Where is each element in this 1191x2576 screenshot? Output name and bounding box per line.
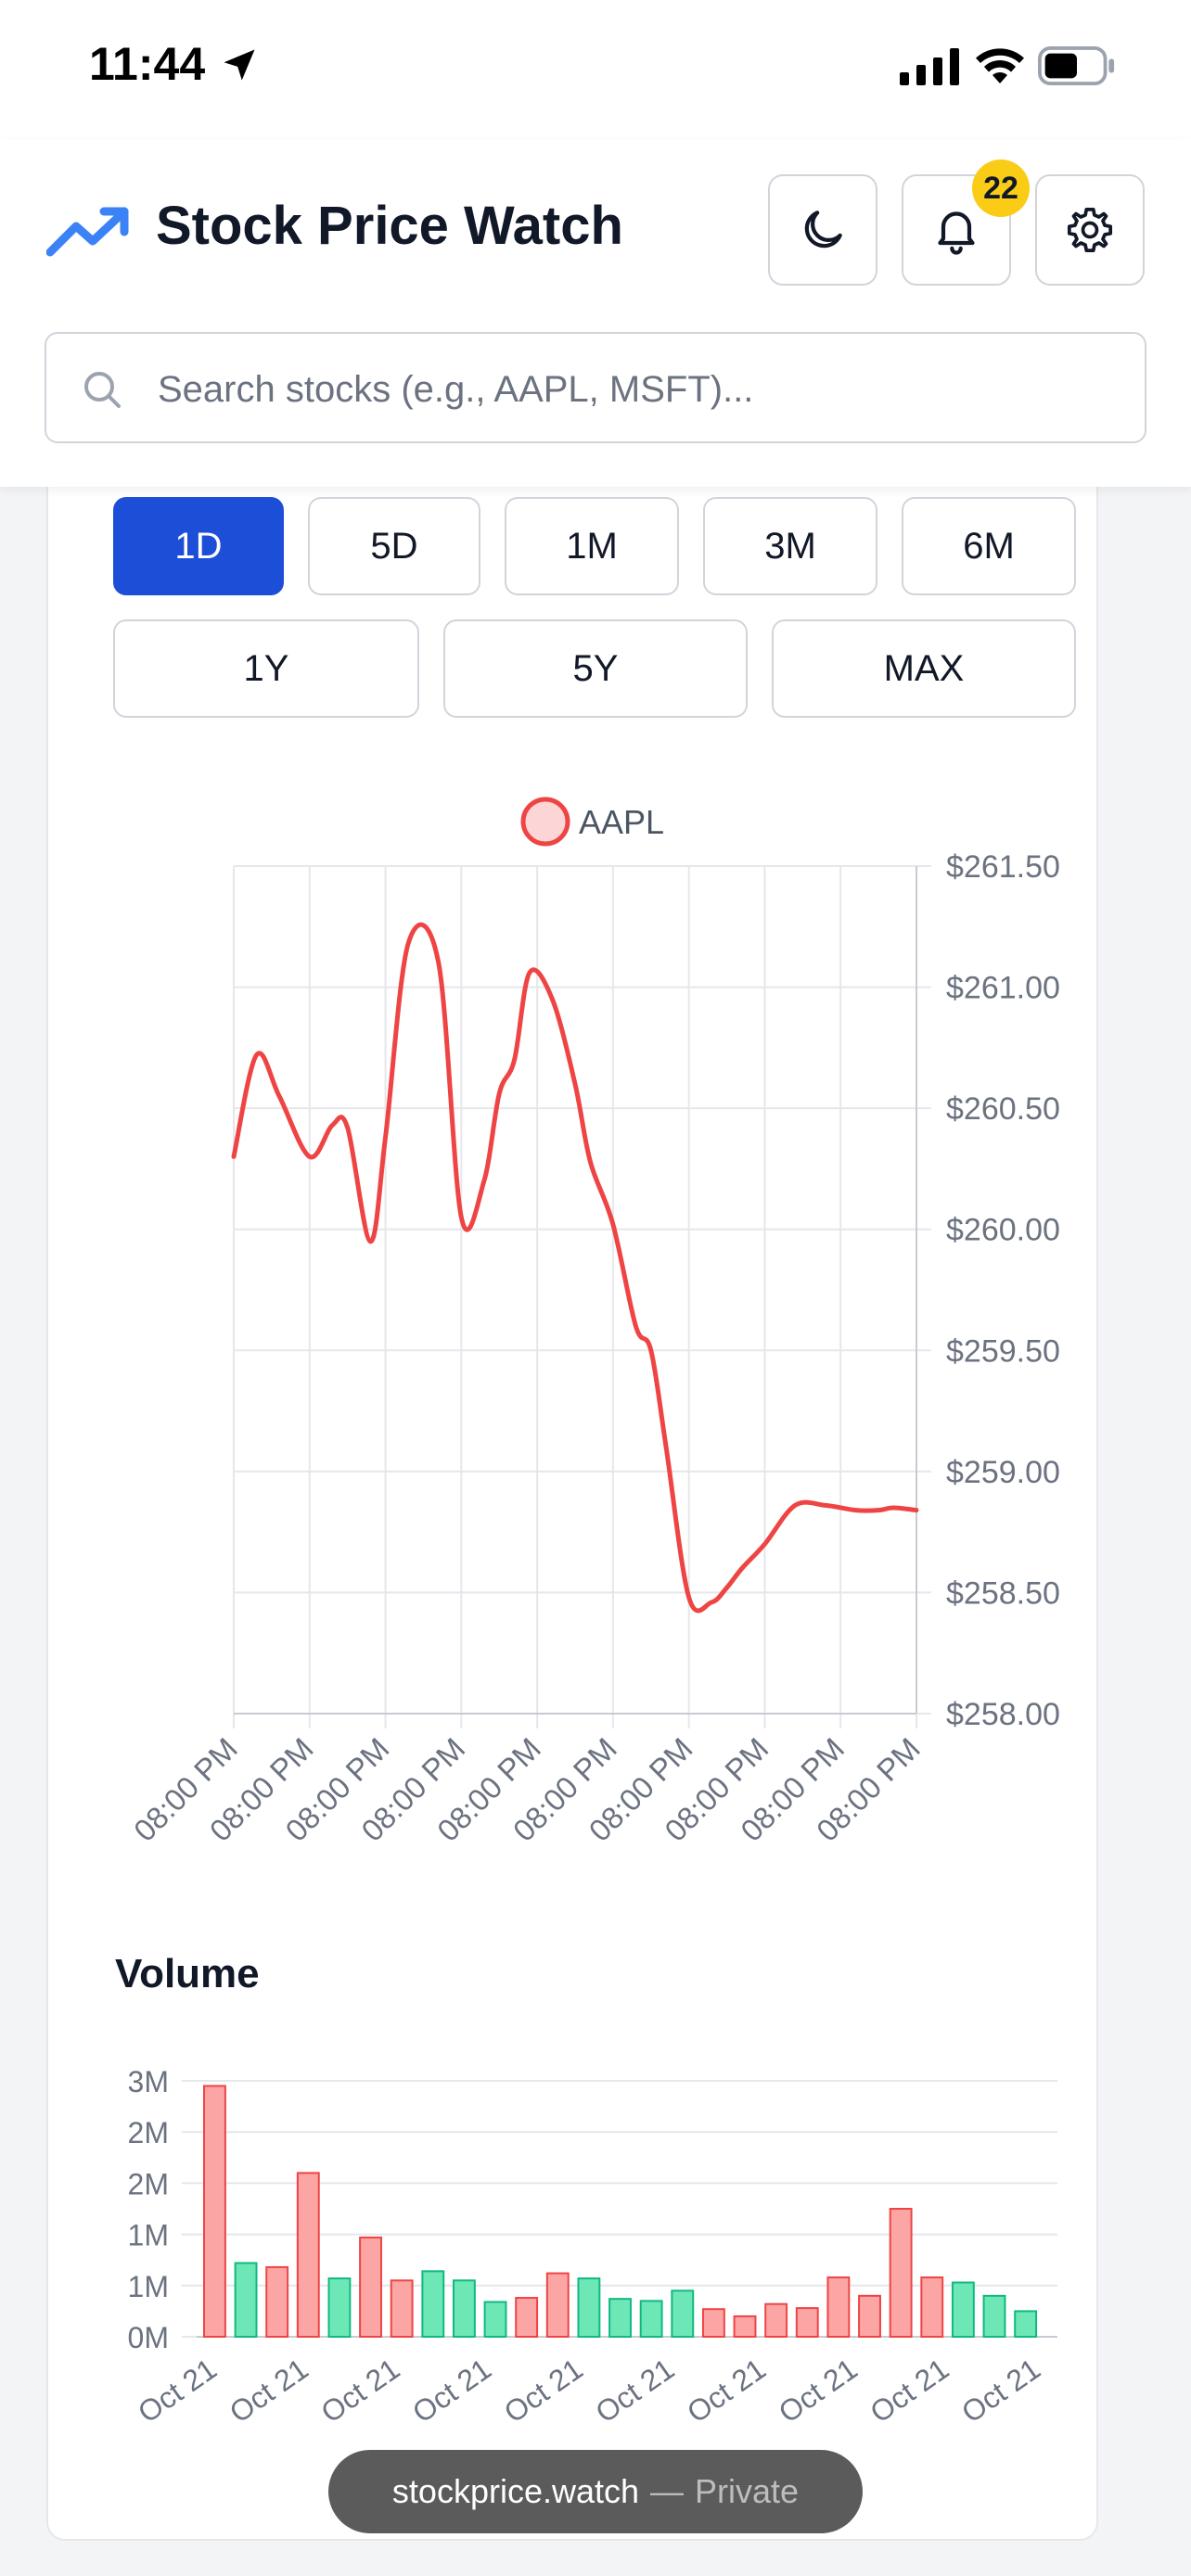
- volume-chart-title: Volume: [115, 1951, 260, 1996]
- app-title: Stock Price Watch: [156, 196, 623, 256]
- search-box: [45, 332, 1146, 443]
- browser-separator: —: [650, 2472, 685, 2510]
- status-bar: 11:44: [0, 0, 1191, 139]
- battery-icon: [1038, 46, 1115, 85]
- bell-icon: [938, 211, 975, 255]
- notification-count-badge: 22: [972, 159, 1030, 217]
- stock-chart-card: [46, 445, 1098, 2541]
- search-input[interactable]: [158, 352, 1122, 427]
- trending-up-icon: [46, 207, 129, 257]
- settings-button[interactable]: [1035, 174, 1145, 286]
- dark-mode-toggle-button[interactable]: [768, 174, 877, 286]
- gear-icon: [1067, 207, 1113, 253]
- search-icon: [84, 372, 121, 408]
- range-button-1d[interactable]: 1D: [113, 497, 284, 595]
- range-button-max[interactable]: MAX: [772, 619, 1076, 718]
- range-button-5d[interactable]: 5D: [308, 497, 480, 595]
- range-button-6m[interactable]: 6M: [902, 497, 1076, 595]
- range-button-1y[interactable]: 1Y: [113, 619, 419, 718]
- browser-private-label: Private: [695, 2472, 800, 2510]
- moon-icon: [804, 210, 842, 249]
- app-header: Stock Price Watch 22: [0, 139, 1191, 487]
- status-time: 11:44: [89, 38, 206, 90]
- browser-url-bar[interactable]: stockprice.watch — Private: [328, 2450, 863, 2533]
- range-button-5y[interactable]: 5Y: [443, 619, 748, 718]
- range-button-3m[interactable]: 3M: [703, 497, 877, 595]
- location-arrow-icon: [224, 49, 255, 81]
- cellular-signal-icon: [900, 48, 959, 85]
- browser-domain: stockprice.watch: [391, 2472, 640, 2510]
- wifi-icon: [976, 48, 1024, 83]
- range-button-1m[interactable]: 1M: [505, 497, 679, 595]
